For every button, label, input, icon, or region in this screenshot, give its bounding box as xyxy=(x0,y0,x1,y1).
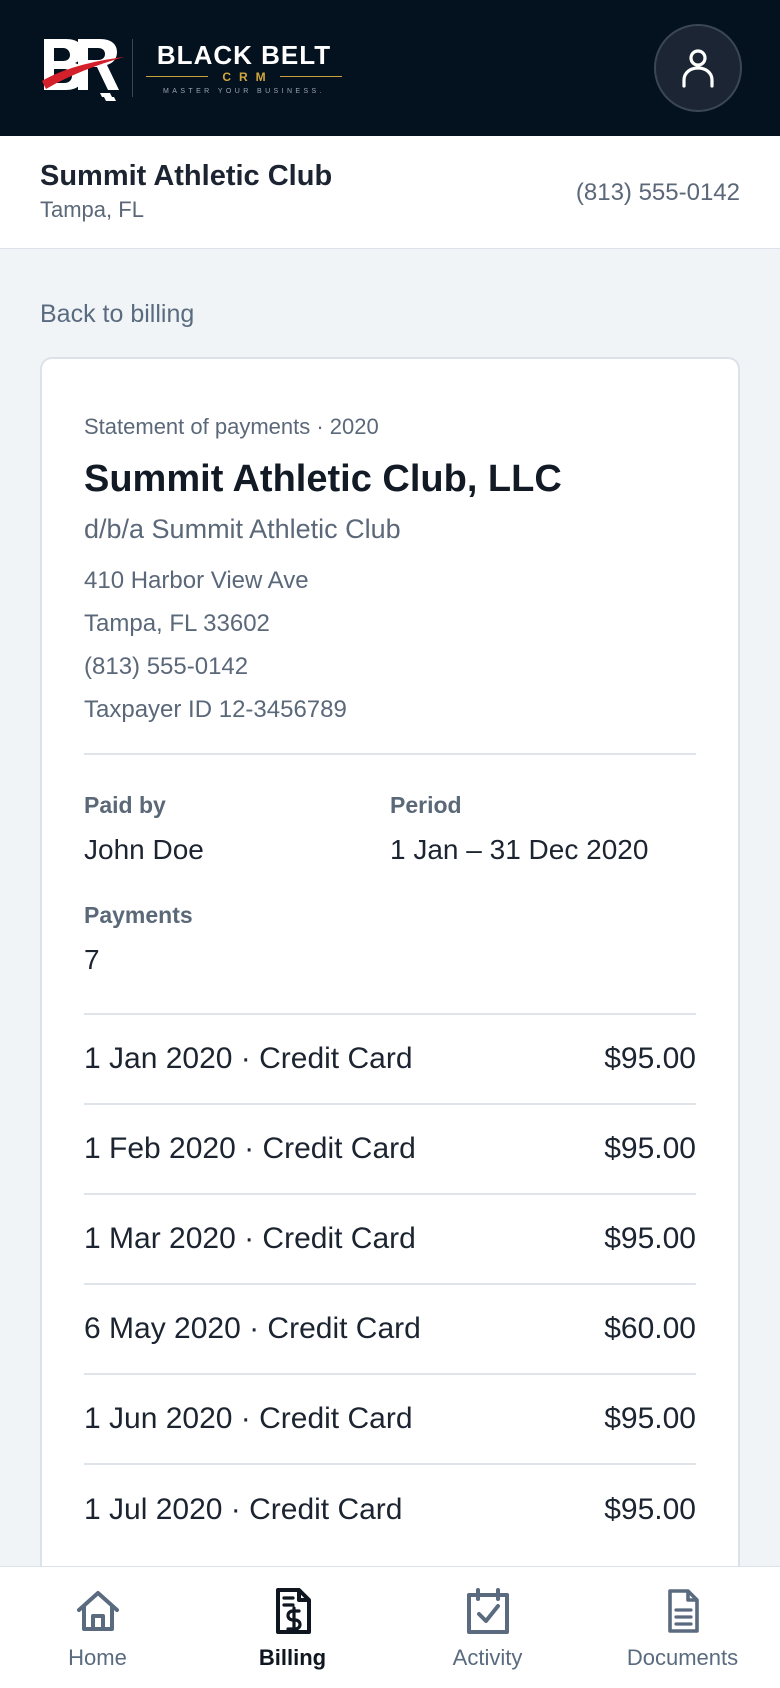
payment-amount: $95.00 xyxy=(604,1222,696,1255)
period-label: Period xyxy=(390,792,462,818)
statement-card: Statement of payments · 2020 Summit Athl… xyxy=(40,357,740,1617)
calendar-check-icon xyxy=(466,1588,509,1634)
payments-label: Payments xyxy=(84,902,193,928)
nav-documents-label: Documents xyxy=(626,1645,739,1670)
payment-amount: $95.00 xyxy=(604,1402,696,1435)
statement-label: Statement of payments · 2020 xyxy=(84,414,379,439)
brand-wordmark: BLACK BELT CRM MASTER YOUR BUSINESS. xyxy=(146,39,343,96)
app-root: BLACK BELT CRM MASTER YOUR BUSINESS. Sum… xyxy=(0,0,780,1688)
payment-amount: $95.00 xyxy=(604,1132,696,1165)
paid-by-value: John Doe xyxy=(84,834,204,865)
account-phone-link[interactable]: (813) 555-0142 xyxy=(576,179,740,207)
payment-description: 1 Feb 2020 · Credit Card xyxy=(84,1132,416,1165)
nav-activity-label: Activity xyxy=(452,1645,523,1670)
nav-home-label: Home xyxy=(68,1645,127,1670)
brand-line-right xyxy=(279,76,343,77)
nav-billing[interactable]: Billing xyxy=(195,1567,390,1688)
address-city: Tampa, FL 33602 xyxy=(84,610,270,637)
payments-count-block: Payments 7 xyxy=(84,901,696,977)
brand-tagline: MASTER YOUR BUSINESS. xyxy=(163,87,325,95)
brand-sub-row: CRM xyxy=(146,69,343,84)
paid-by-block: Paid by John Doe xyxy=(84,791,390,867)
black-belt-logo-icon xyxy=(42,39,124,101)
payment-description: 1 Jan 2020 · Credit Card xyxy=(84,1042,413,1075)
payment-description: 6 May 2020 · Credit Card xyxy=(84,1312,421,1345)
brand-crm: CRM xyxy=(222,69,274,84)
business-address: 410 Harbor View Ave Tampa, FL 33602 (813… xyxy=(84,566,696,725)
payments-count: 7 xyxy=(84,944,100,975)
profile-button[interactable] xyxy=(654,24,742,112)
payment-row: 1 Jun 2020 · Credit Card $95.00 xyxy=(84,1375,696,1465)
back-to-billing-link[interactable]: Back to billing xyxy=(40,300,194,329)
payment-row: 1 Jul 2020 · Credit Card $95.00 xyxy=(84,1465,696,1555)
home-icon xyxy=(76,1591,119,1631)
nav-billing-label: Billing xyxy=(258,1645,327,1670)
document-icon xyxy=(667,1589,699,1633)
nav-activity[interactable]: Activity xyxy=(390,1567,585,1688)
invoice-dollar-icon xyxy=(275,1588,311,1634)
business-dba: d/b/a Summit Athletic Club xyxy=(84,514,401,544)
payment-row: 1 Feb 2020 · Credit Card $95.00 xyxy=(84,1105,696,1195)
payments-list: 1 Jan 2020 · Credit Card $95.00 1 Feb 20… xyxy=(84,1015,696,1555)
payment-row: 1 Jan 2020 · Credit Card $95.00 xyxy=(84,1015,696,1105)
user-icon xyxy=(682,49,714,88)
address-phone: (813) 555-0142 xyxy=(84,653,249,680)
address-street: 410 Harbor View Ave xyxy=(84,567,309,594)
payment-amount: $95.00 xyxy=(604,1042,696,1075)
nav-home[interactable]: Home xyxy=(0,1567,195,1688)
top-bar: BLACK BELT CRM MASTER YOUR BUSINESS. xyxy=(0,0,780,136)
period-value: 1 Jan – 31 Dec 2020 xyxy=(390,834,649,865)
payment-description: 1 Mar 2020 · Credit Card xyxy=(84,1222,416,1255)
brand-divider xyxy=(132,39,133,97)
statement-meta: Paid by John Doe Period 1 Jan – 31 Dec 2… xyxy=(84,791,696,867)
account-header: Summit Athletic Club Tampa, FL (813) 555… xyxy=(0,136,780,249)
nav-documents[interactable]: Documents xyxy=(585,1567,780,1688)
brand-name: BLACK BELT xyxy=(156,39,332,70)
paid-by-label: Paid by xyxy=(84,792,166,818)
payment-row: 6 May 2020 · Credit Card $60.00 xyxy=(84,1285,696,1375)
period-block: Period 1 Jan – 31 Dec 2020 xyxy=(390,791,696,867)
payment-amount: $95.00 xyxy=(604,1493,696,1526)
address-taxpayer-id: Taxpayer ID 12-3456789 xyxy=(84,696,347,723)
brand-logo[interactable]: BLACK BELT CRM MASTER YOUR BUSINESS. xyxy=(40,33,343,103)
payment-description: 1 Jul 2020 · Credit Card xyxy=(84,1493,403,1526)
payment-amount: $60.00 xyxy=(604,1312,696,1345)
divider xyxy=(84,753,696,755)
payment-description: 1 Jun 2020 · Credit Card xyxy=(84,1402,413,1435)
payment-row: 1 Mar 2020 · Credit Card $95.00 xyxy=(84,1195,696,1285)
brand-line-left xyxy=(146,76,209,77)
business-name: Summit Athletic Club, LLC xyxy=(84,458,562,500)
bottom-nav: Home Billing Activity Documents xyxy=(0,1566,780,1688)
